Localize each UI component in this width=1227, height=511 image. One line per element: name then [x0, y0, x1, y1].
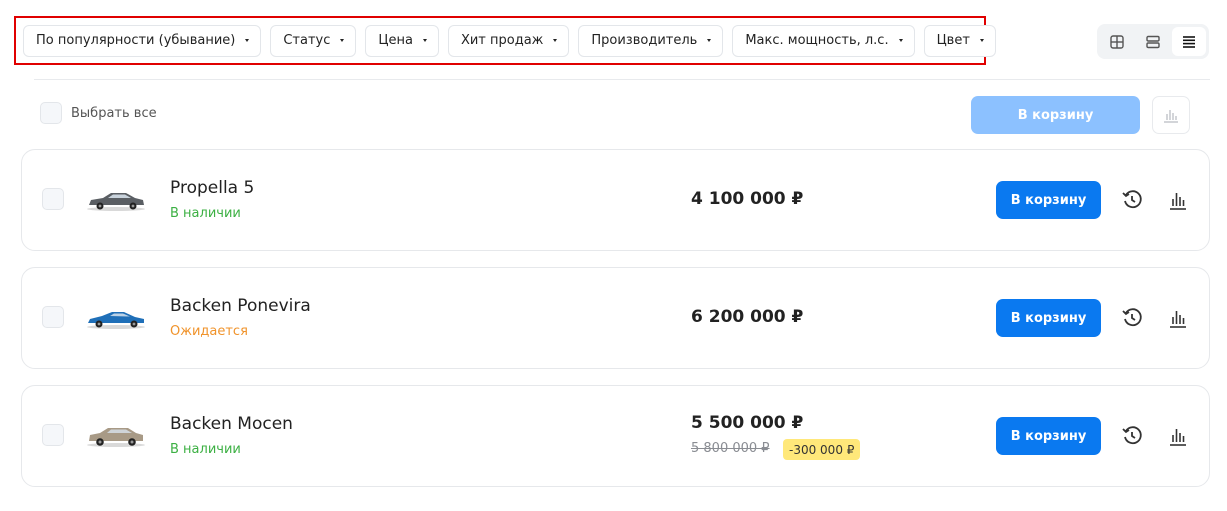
- compare-icon: [1164, 110, 1178, 123]
- compare-icon[interactable]: [1167, 189, 1189, 211]
- product-price: 5 500 000 ₽: [691, 413, 804, 433]
- discount-badge: -300 000 ₽: [783, 439, 861, 460]
- filter-label: Статус: [283, 33, 331, 48]
- grid-icon: [1110, 34, 1124, 49]
- filter-label: Хит продаж: [460, 33, 544, 48]
- filter-max-power[interactable]: Макс. мощность, л.с.: [732, 24, 915, 57]
- filter-label: Производитель: [591, 33, 698, 48]
- caret-down-icon: [422, 39, 427, 42]
- history-icon[interactable]: [1121, 189, 1143, 211]
- product-price: 6 200 000 ₽: [691, 307, 804, 327]
- divider: [34, 79, 1210, 80]
- filter-price[interactable]: Цена: [365, 24, 439, 57]
- view-grid-button[interactable]: [1100, 27, 1134, 56]
- product-checkbox[interactable]: [42, 306, 64, 328]
- history-icon[interactable]: [1121, 425, 1143, 447]
- product-name[interactable]: Backen Mocen: [170, 414, 293, 434]
- product-status: В наличии: [170, 206, 241, 221]
- product-card: Propella 5 В наличии 4 100 000 ₽ В корзи…: [21, 149, 1210, 251]
- filter-color[interactable]: Цвет: [923, 24, 996, 57]
- product-card: Backen Mocen В наличии 5 500 000 ₽ 5 800…: [21, 385, 1210, 487]
- filter-manufacturer[interactable]: Производитель: [578, 24, 724, 57]
- view-switcher: [1097, 24, 1209, 59]
- product-checkbox[interactable]: [42, 188, 64, 210]
- compact-list-icon: [1183, 35, 1195, 48]
- caret-down-icon: [979, 39, 984, 42]
- add-selected-to-cart-button[interactable]: В корзину: [971, 96, 1140, 134]
- product-card: Backen Ponevira Ожидается 6 200 000 ₽ В …: [21, 267, 1210, 369]
- select-all-label[interactable]: Выбрать все: [71, 106, 157, 121]
- product-status: В наличии: [170, 442, 241, 457]
- product-name[interactable]: Backen Ponevira: [170, 296, 311, 316]
- product-status: Ожидается: [170, 324, 248, 339]
- car-image: [87, 193, 145, 211]
- product-checkbox[interactable]: [42, 424, 64, 446]
- filter-status[interactable]: Статус: [270, 24, 357, 57]
- caret-down-icon: [898, 39, 903, 42]
- old-price: 5 800 000 ₽: [691, 441, 770, 456]
- filter-label: Макс. мощность, л.с.: [745, 33, 889, 48]
- filter-label: По популярности (убывание): [36, 33, 236, 48]
- filter-label: Цена: [378, 33, 413, 48]
- filter-bar: По популярности (убывание) Статус Цена Х…: [14, 16, 996, 65]
- history-icon[interactable]: [1121, 307, 1143, 329]
- caret-down-icon: [553, 39, 558, 42]
- filter-bestseller[interactable]: Хит продаж: [447, 24, 570, 57]
- view-list-button[interactable]: [1136, 27, 1170, 56]
- product-name[interactable]: Propella 5: [170, 178, 254, 198]
- add-to-cart-button[interactable]: В корзину: [996, 181, 1101, 219]
- select-all-checkbox[interactable]: [40, 102, 62, 124]
- filter-sort-popularity[interactable]: По популярности (убывание): [23, 24, 262, 57]
- select-all: Выбрать все: [40, 102, 157, 124]
- compare-icon[interactable]: [1167, 425, 1189, 447]
- filter-label: Цвет: [936, 33, 970, 48]
- add-to-cart-button[interactable]: В корзину: [996, 299, 1101, 337]
- list-view-icon: [1146, 35, 1160, 48]
- add-to-cart-button[interactable]: В корзину: [996, 417, 1101, 455]
- caret-down-icon: [340, 39, 345, 42]
- caret-down-icon: [707, 39, 712, 42]
- compare-icon[interactable]: [1167, 307, 1189, 329]
- car-image: [87, 428, 145, 447]
- car-image: [87, 312, 145, 329]
- compare-selected-button[interactable]: [1152, 96, 1190, 134]
- view-compact-list-button[interactable]: [1172, 27, 1206, 56]
- caret-down-icon: [245, 39, 250, 42]
- product-price: 4 100 000 ₽: [691, 189, 804, 209]
